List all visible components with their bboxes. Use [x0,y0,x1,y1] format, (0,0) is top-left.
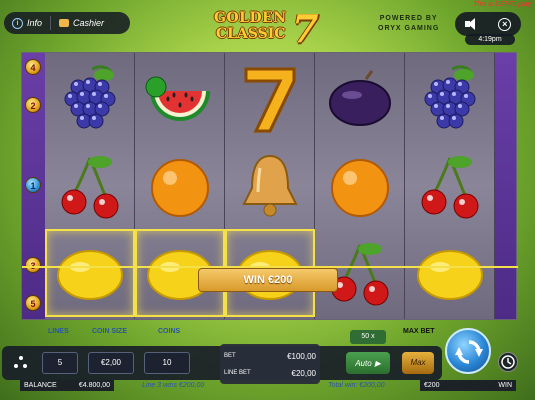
lines-field[interactable]: 5 [42,352,78,374]
bet-value: €100,00 [287,351,316,361]
cashier-label: Cashier [73,18,105,28]
coin-size-label: COIN SIZE [92,328,128,335]
line-bet-row: LINE BET €20,00 [224,366,316,380]
payline-marker[interactable]: 3 [25,257,41,273]
sound-icon[interactable] [464,18,479,30]
cherries-symbol [405,142,495,230]
logo-seven: 7 [292,6,319,51]
line-bet-value: €20,00 [291,368,316,378]
win-box: €200 WIN [420,380,516,391]
menu-pill: i Info Cashier [4,12,130,34]
orange-symbol [135,142,225,230]
win-banner: WIN €200 [198,268,338,292]
logo-word-golden: GOLDEN [214,10,287,26]
wallet-icon [59,19,70,27]
coins-field[interactable]: 10 [144,352,190,374]
game-logo: GOLDEN CLASSIC 7 [210,6,330,51]
reel-5 [405,53,495,319]
balance-value: €4.800,00 [78,382,110,389]
line-win-message: Line 3 wins €200,00 [142,382,205,389]
close-icon[interactable]: × [498,17,512,31]
payline-sidebar-left: 4 2 1 3 5 [22,53,45,319]
control-panel: LINES COIN SIZE COINS MAX BET 5 €2,00 10… [0,326,535,400]
payline-marker[interactable]: 2 [25,97,41,113]
history-icon [501,355,515,369]
orange-symbol [315,142,405,230]
powered-by-text: POWERED BY [379,15,438,22]
menu-dots-icon[interactable] [14,356,28,370]
auto-button[interactable]: Auto ▶ [346,352,390,374]
bet-label: BET [224,353,236,359]
plum-symbol [315,55,405,143]
info-label: Info [27,18,43,28]
bet-row: BET €100,00 [224,349,316,363]
grapes-symbol [45,55,135,143]
reel-frame: 4 2 1 3 5 WIN €200 [21,52,518,320]
clock: 4:19pm [465,34,515,45]
win-label: WIN [498,382,512,389]
total-win-message: Total win: €200,00 [328,382,385,389]
seven-symbol [225,55,315,143]
refresh-icon [455,340,483,364]
coin-size-field[interactable]: €2,00 [88,352,134,374]
cherries-symbol [45,142,135,230]
line-bet-label: LINE BET [224,370,251,376]
settings-pill: × [455,12,521,36]
watermelon-symbol [135,55,225,143]
info-button[interactable]: i Info [4,12,50,34]
grapes-symbol [405,55,495,143]
demo-notice: This is DEMO play [473,1,531,8]
lemon-symbol [45,229,135,317]
provider-name: ORYX GAMING [378,25,440,32]
bell-symbol [225,142,315,230]
payline-marker[interactable]: 4 [25,59,41,75]
balance-label: BALANCE [24,382,57,389]
win-value: €200 [424,382,440,389]
logo-word-classic: CLASSIC [216,26,286,42]
spin-button[interactable] [445,328,491,374]
auto-label: Auto [355,358,372,368]
payline-marker[interactable]: 5 [25,295,41,311]
info-icon: i [12,17,23,29]
history-button[interactable] [498,352,518,372]
payline-sidebar-right [493,53,516,319]
payline-marker[interactable]: 1 [25,177,41,193]
max-bet-button[interactable]: Max [402,352,434,374]
lemon-symbol [405,229,495,317]
multiplier-badge: 50 x [350,330,386,344]
top-bar: i Info Cashier GOLDEN CLASSIC 7 POWERED … [0,0,535,51]
reel-1 [45,53,135,319]
status-bar: BALANCE €4.800,00 Line 3 wins €200,00 To… [0,380,535,392]
coins-label: COINS [158,328,181,335]
balance-box: BALANCE €4.800,00 [20,380,114,391]
play-icon: ▶ [374,358,381,368]
cashier-button[interactable]: Cashier [51,12,112,34]
provider-credit: POWERED BY ORYX GAMING [378,14,439,34]
max-bet-label: MAX BET [403,328,435,335]
bet-panel: BET €100,00 LINE BET €20,00 [220,344,320,384]
lines-label: LINES [48,328,69,335]
